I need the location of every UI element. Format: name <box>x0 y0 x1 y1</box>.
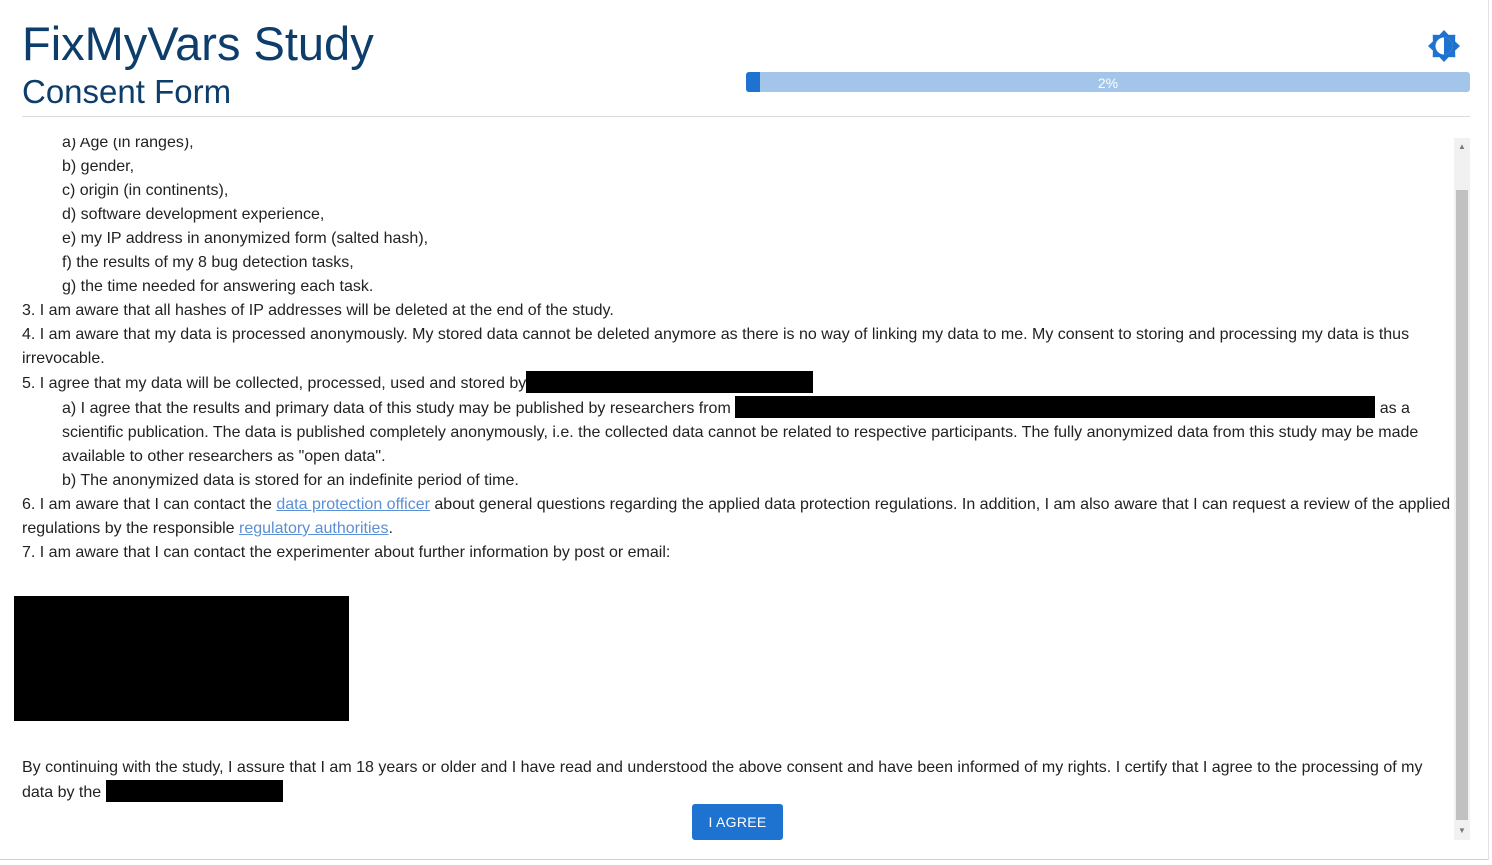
consent-item-2d: d) software development experience, <box>62 206 325 223</box>
regulatory-authorities-link[interactable]: regulatory authorities <box>239 520 388 537</box>
consent-item-2b: b) gender, <box>62 158 135 175</box>
progress-bar: 2% <box>746 72 1470 92</box>
consent-item-6-text: 6. I am aware that I can contact the <box>22 496 272 513</box>
consent-item-2a: a) Age (in ranges), <box>62 138 194 151</box>
scrollbar-thumb[interactable] <box>1456 190 1468 820</box>
theme-toggle-button[interactable] <box>1426 28 1462 64</box>
consent-item-5: 5. I agree that my data will be collecte… <box>22 371 1454 396</box>
consent-item-6-end: . <box>388 520 393 537</box>
brightness-icon <box>1428 30 1460 62</box>
consent-item-5b: b) The anonymized data is stored for an … <box>62 472 519 489</box>
redaction-block <box>105 780 283 802</box>
progress-label: 2% <box>1097 75 1119 91</box>
scroll-down-arrow-icon[interactable]: ▼ <box>1454 824 1470 838</box>
scroll-up-arrow-icon[interactable]: ▲ <box>1454 140 1470 154</box>
page-subtitle: Consent Form <box>22 73 232 110</box>
consent-item-5-text: 5. I agree that my data will be collecte… <box>22 375 527 392</box>
page-title: FixMyVars Study <box>22 17 374 70</box>
consent-scroll-area[interactable]: a) Age (in ranges), b) gender, c) origin… <box>0 138 1470 840</box>
consent-item-2c: c) origin (in continents), <box>62 182 229 199</box>
consent-item-2g: g) the time needed for answering each ta… <box>62 278 374 295</box>
final-statement: By continuing with the study, I assure t… <box>22 756 1454 805</box>
vertical-scrollbar[interactable]: ▲ ▼ <box>1454 138 1470 840</box>
agree-button[interactable]: I AGREE <box>692 804 783 840</box>
consent-item-7: 7. I am aware that I can contact the exp… <box>22 544 671 561</box>
consent-item-5a-text: a) I agree that the results and primary … <box>62 400 731 417</box>
consent-item-6: 6. I am aware that I can contact the dat… <box>22 493 1454 541</box>
consent-item-4: 4. I am aware that my data is processed … <box>22 326 1410 367</box>
consent-item-2f: f) the results of my 8 bug detection tas… <box>62 254 354 271</box>
redaction-block <box>735 396 1376 418</box>
contact-redaction-block <box>14 596 349 721</box>
consent-item-3: 3. I am aware that all hashes of IP addr… <box>22 302 614 319</box>
redaction-block <box>526 371 814 393</box>
consent-item-5a: a) I agree that the results and primary … <box>22 396 1454 469</box>
consent-item-2e: e) my IP address in anonymized form (sal… <box>62 230 429 247</box>
header-divider <box>22 116 1470 117</box>
consent-text: a) Age (in ranges), b) gender, c) origin… <box>14 138 1454 802</box>
data-protection-officer-link[interactable]: data protection officer <box>276 496 430 513</box>
